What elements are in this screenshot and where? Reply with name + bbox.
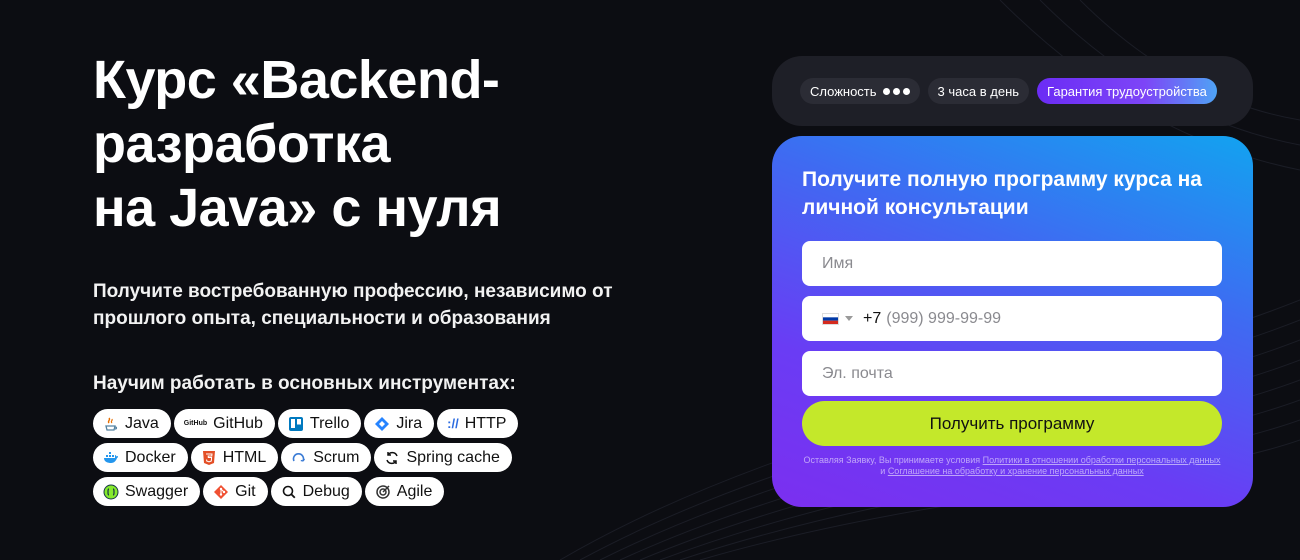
chevron-down-icon[interactable] [845, 316, 853, 321]
tool-tag-html: HTML [190, 443, 279, 472]
russia-flag-icon[interactable] [822, 312, 839, 325]
disclaimer-text-mid: и [880, 466, 888, 476]
tool-label: Jira [396, 414, 423, 432]
tool-tag-docker: Docker [93, 443, 188, 472]
name-placeholder: Имя [822, 254, 854, 272]
tool-tag-http: :// HTTP [437, 409, 519, 438]
title-line-1: Курс «Backend- [93, 50, 500, 110]
github-icon: GitHub [183, 420, 208, 427]
phone-prefix: +7 [863, 309, 882, 327]
tool-label: Java [125, 414, 159, 432]
tool-label: Trello [309, 414, 350, 432]
tool-tag-scrum: Scrum [281, 443, 372, 472]
difficulty-badge: Сложность [800, 78, 920, 104]
privacy-policy-link[interactable]: Политики в отношении обработки персональ… [983, 455, 1221, 465]
data-agreement-link[interactable]: Соглашение на обработку и хранение персо… [888, 466, 1144, 476]
privacy-disclaimer: Оставляя Заявку, Вы принимаете условия П… [802, 455, 1222, 477]
tool-label: Swagger [125, 482, 189, 500]
tool-label: Spring cache [406, 448, 500, 466]
disclaimer-text-pre: Оставляя Заявку, Вы принимаете условия [803, 455, 983, 465]
http-icon: :// [447, 416, 459, 431]
jira-icon [374, 416, 390, 432]
phone-placeholder: (999) 999-99-99 [886, 309, 1001, 327]
tools-heading: Научим работать в основных инструментах: [93, 373, 516, 394]
tool-label: HTTP [464, 414, 507, 432]
consultation-form: Получите полную программу курса на лично… [772, 136, 1253, 507]
form-title: Получите полную программу курса на лично… [802, 168, 1202, 219]
agile-icon [375, 484, 391, 500]
tool-label: HTML [222, 448, 267, 466]
title-line-3: на Java» с нуля [93, 178, 502, 238]
difficulty-dots-icon [882, 87, 910, 95]
hours-badge: 3 часа в день [927, 78, 1030, 104]
get-program-button[interactable]: Получить программу [802, 401, 1222, 446]
scrum-icon [291, 450, 307, 466]
tools-list: Java GitHub GitHub Trello Jira :// HTTP [93, 409, 523, 506]
docker-icon [103, 450, 119, 466]
phone-field[interactable]: +7 (999) 999-99-99 [802, 296, 1222, 341]
page-title: Курс «Backend- разработка на Java» с нул… [93, 48, 653, 240]
tool-tag-jira: Jira [364, 409, 435, 438]
tool-label: Agile [396, 482, 433, 500]
search-icon [281, 484, 297, 500]
tool-tag-agile: Agile [364, 477, 445, 506]
trello-icon [288, 416, 304, 432]
email-field[interactable]: Эл. почта [802, 351, 1222, 396]
tool-label: Git [235, 482, 256, 500]
tool-label: GitHub [213, 414, 263, 432]
tool-label: Docker [125, 448, 176, 466]
tool-label: Debug [302, 482, 350, 500]
tool-tag-java: Java [93, 409, 171, 438]
tool-tag-trello: Trello [277, 409, 362, 438]
course-badges: Сложность 3 часа в день Гарантия трудоус… [772, 56, 1253, 126]
hero-section: Курс «Backend- разработка на Java» с нул… [93, 48, 653, 506]
tool-tag-git: Git [203, 477, 268, 506]
tool-tag-debug: Debug [270, 477, 362, 506]
git-icon [213, 484, 229, 500]
html5-icon [201, 450, 217, 466]
java-icon [103, 416, 119, 432]
tool-tag-swagger: Swagger [93, 477, 201, 506]
tool-tag-spring-cache: Spring cache [374, 443, 512, 472]
guarantee-badge: Гарантия трудоустройства [1037, 78, 1217, 104]
tool-label: Scrum [313, 448, 360, 466]
title-line-2: разработка [93, 114, 391, 174]
swagger-icon [103, 484, 119, 500]
tool-tag-github: GitHub GitHub [173, 409, 275, 438]
difficulty-label: Сложность [810, 83, 877, 99]
hero-subtitle: Получите востребованную профессию, незав… [93, 281, 613, 329]
email-placeholder: Эл. почта [822, 364, 893, 382]
refresh-icon [384, 450, 400, 466]
name-field[interactable]: Имя [802, 241, 1222, 286]
